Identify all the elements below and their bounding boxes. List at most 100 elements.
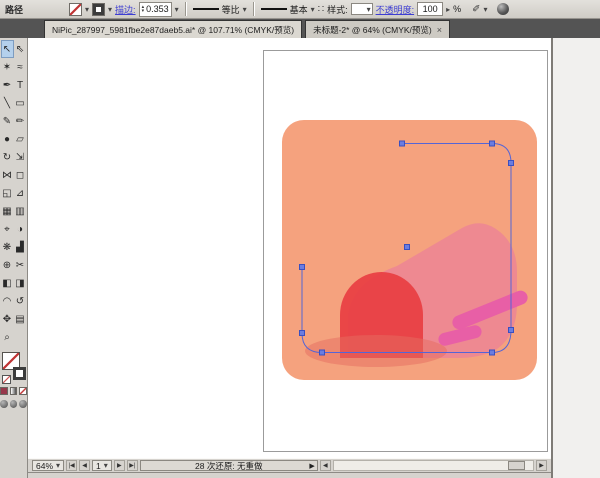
stroke-weight-dropdown-icon[interactable]: ▾ bbox=[175, 5, 179, 14]
status-menu-arrow-icon[interactable]: ▶ bbox=[309, 462, 314, 470]
brush-options-dropdown-icon[interactable]: ▾ bbox=[484, 5, 488, 14]
slice-tool[interactable]: ✂ bbox=[14, 256, 27, 274]
prev-artboard-button[interactable]: ◀ bbox=[79, 460, 90, 471]
artwork[interactable] bbox=[28, 38, 551, 458]
live-paint-bucket-tool[interactable]: ◧ bbox=[1, 274, 14, 292]
stroke-color-swatch[interactable] bbox=[92, 3, 105, 16]
lasso-tool[interactable]: ≈ bbox=[14, 58, 27, 76]
pen-tool[interactable]: ✒ bbox=[1, 76, 14, 94]
default-fill-stroke-icon[interactable] bbox=[2, 375, 11, 384]
screen-mode-full-button[interactable] bbox=[19, 400, 27, 408]
column-graph-tool[interactable]: ▟ bbox=[14, 238, 27, 256]
screen-mode-menu-button[interactable] bbox=[10, 400, 18, 408]
shape-builder-tool[interactable]: ◱ bbox=[1, 184, 14, 202]
artboard-tool[interactable]: ⊕ bbox=[1, 256, 14, 274]
window-bottom-edge bbox=[28, 472, 551, 478]
document-tab-1[interactable]: NiPic_287997_5981fbe2e87daeb5.ai* @ 107.… bbox=[44, 20, 302, 38]
hand-tool[interactable]: ✥ bbox=[1, 310, 14, 328]
paint-color-button[interactable] bbox=[0, 387, 8, 395]
warp-tool[interactable]: ◠ bbox=[1, 292, 14, 310]
document-tab-bar: NiPic_287997_5981fbe2e87daeb5.ai* @ 107.… bbox=[0, 19, 600, 38]
scroll-right-button[interactable]: ▶ bbox=[536, 460, 547, 471]
mailbox-base-shadow-shape[interactable] bbox=[305, 335, 447, 367]
paint-none-button[interactable] bbox=[19, 387, 27, 395]
brush-options-icon[interactable]: ✐ bbox=[472, 4, 480, 15]
horizontal-scrollbar[interactable] bbox=[333, 460, 534, 471]
brush-dropdown-icon[interactable]: ▾ bbox=[311, 5, 315, 14]
rotate-tool[interactable]: ↻ bbox=[1, 148, 14, 166]
live-paint-selection-tool[interactable]: ◨ bbox=[14, 274, 27, 292]
line-segment-tool[interactable]: ╲ bbox=[1, 94, 14, 112]
anchor-point[interactable] bbox=[300, 331, 305, 336]
fill-color-swatch[interactable] bbox=[69, 3, 82, 16]
opacity-link[interactable]: 不透明度: bbox=[376, 3, 415, 16]
paintbrush-tool[interactable]: ✎ bbox=[1, 112, 14, 130]
status-readout[interactable]: 28 次还原: 无重做 ▶ bbox=[140, 460, 318, 471]
mesh-tool[interactable]: ▦ bbox=[1, 202, 14, 220]
anchor-point[interactable] bbox=[300, 265, 305, 270]
width-profile-dropdown-icon[interactable]: ▾ bbox=[243, 5, 247, 14]
anchor-point[interactable] bbox=[509, 328, 514, 333]
tool-row-1: ✶≈ bbox=[0, 58, 27, 76]
style-combo[interactable]: ▾ bbox=[351, 3, 373, 15]
tool-row-12: ⊕✂ bbox=[0, 256, 27, 274]
tool-row-15: ✥▤ bbox=[0, 310, 27, 328]
anchor-point[interactable] bbox=[405, 245, 410, 250]
opacity-dropdown-icon[interactable]: ▸ bbox=[446, 5, 450, 14]
fill-dropdown-icon[interactable]: ▾ bbox=[85, 5, 89, 14]
pencil-tool[interactable]: ✏ bbox=[14, 112, 27, 130]
next-artboard-button[interactable]: ▶ bbox=[114, 460, 125, 471]
blob-brush-tool[interactable]: ● bbox=[1, 130, 14, 148]
screen-mode-normal-button[interactable] bbox=[0, 400, 8, 408]
artboard-number-combo[interactable]: 1 ▾ bbox=[92, 460, 112, 471]
scale-tool[interactable]: ⇲ bbox=[14, 148, 27, 166]
brush-preview bbox=[261, 8, 287, 10]
print-tiling-tool[interactable]: ▤ bbox=[14, 310, 27, 328]
zoom-level-combo[interactable]: 64% ▾ bbox=[32, 460, 64, 471]
cs-live-sphere-icon[interactable] bbox=[497, 3, 509, 15]
scrollbar-thumb[interactable] bbox=[508, 461, 525, 470]
zoom-dropdown-icon[interactable]: ▾ bbox=[56, 461, 60, 470]
document-tab-2[interactable]: 未标题-2* @ 64% (CMYK/预览) × bbox=[305, 20, 450, 38]
last-artboard-button[interactable]: ▶| bbox=[127, 460, 138, 471]
opacity-field[interactable]: 100 bbox=[417, 2, 443, 16]
tool-row-10: ⌖◑ bbox=[0, 220, 27, 238]
style-dropdown-icon[interactable]: ▾ bbox=[367, 5, 371, 14]
twirl-tool[interactable]: ↺ bbox=[14, 292, 27, 310]
canvas-area[interactable] bbox=[28, 38, 551, 458]
symbol-sprayer-tool[interactable]: ❋ bbox=[1, 238, 14, 256]
paint-gradient-button[interactable] bbox=[10, 387, 18, 395]
anchor-point[interactable] bbox=[400, 141, 405, 146]
anchor-point[interactable] bbox=[490, 350, 495, 355]
tool-row-6: ↻⇲ bbox=[0, 148, 27, 166]
gradient-tool[interactable]: ▥ bbox=[14, 202, 27, 220]
perspective-grid-tool[interactable]: ⊿ bbox=[14, 184, 27, 202]
anchor-point[interactable] bbox=[509, 161, 514, 166]
tab-close-icon[interactable]: × bbox=[437, 25, 442, 35]
artboard-dropdown-icon[interactable]: ▾ bbox=[104, 461, 108, 470]
eyedropper-tool[interactable]: ⌖ bbox=[1, 220, 14, 238]
scroll-left-button[interactable]: ◀ bbox=[320, 460, 331, 471]
stroke-dropdown-icon[interactable]: ▾ bbox=[108, 5, 112, 14]
stroke-weight-stepper[interactable]: ▴ ▾ 0.353 bbox=[139, 2, 172, 17]
magic-wand-tool[interactable]: ✶ bbox=[1, 58, 14, 76]
rectangle-tool[interactable]: ▭ bbox=[14, 94, 27, 112]
spin-down-icon[interactable]: ▾ bbox=[142, 9, 145, 13]
selection-tool[interactable]: ↖ bbox=[1, 40, 14, 58]
tool-row-8: ◱⊿ bbox=[0, 184, 27, 202]
context-label: 路径 bbox=[5, 3, 23, 16]
recolor-artwork-icon[interactable]: ∷ bbox=[318, 4, 324, 15]
eraser-tool[interactable]: ▱ bbox=[14, 130, 27, 148]
free-transform-tool[interactable]: ◻ bbox=[14, 166, 27, 184]
toolbox-spacer bbox=[14, 328, 27, 346]
stroke-indicator[interactable] bbox=[13, 367, 26, 380]
stroke-weight-link[interactable]: 描边: bbox=[115, 3, 136, 16]
direct-selection-tool[interactable]: ⇖ bbox=[14, 40, 27, 58]
blend-tool[interactable]: ◑ bbox=[14, 220, 27, 238]
type-tool[interactable]: T bbox=[14, 76, 27, 94]
first-artboard-button[interactable]: |◀ bbox=[66, 460, 77, 471]
width-tool[interactable]: ⋈ bbox=[1, 166, 14, 184]
anchor-point[interactable] bbox=[320, 350, 325, 355]
zoom-tool[interactable]: ⌕ bbox=[1, 328, 14, 346]
anchor-point[interactable] bbox=[490, 141, 495, 146]
